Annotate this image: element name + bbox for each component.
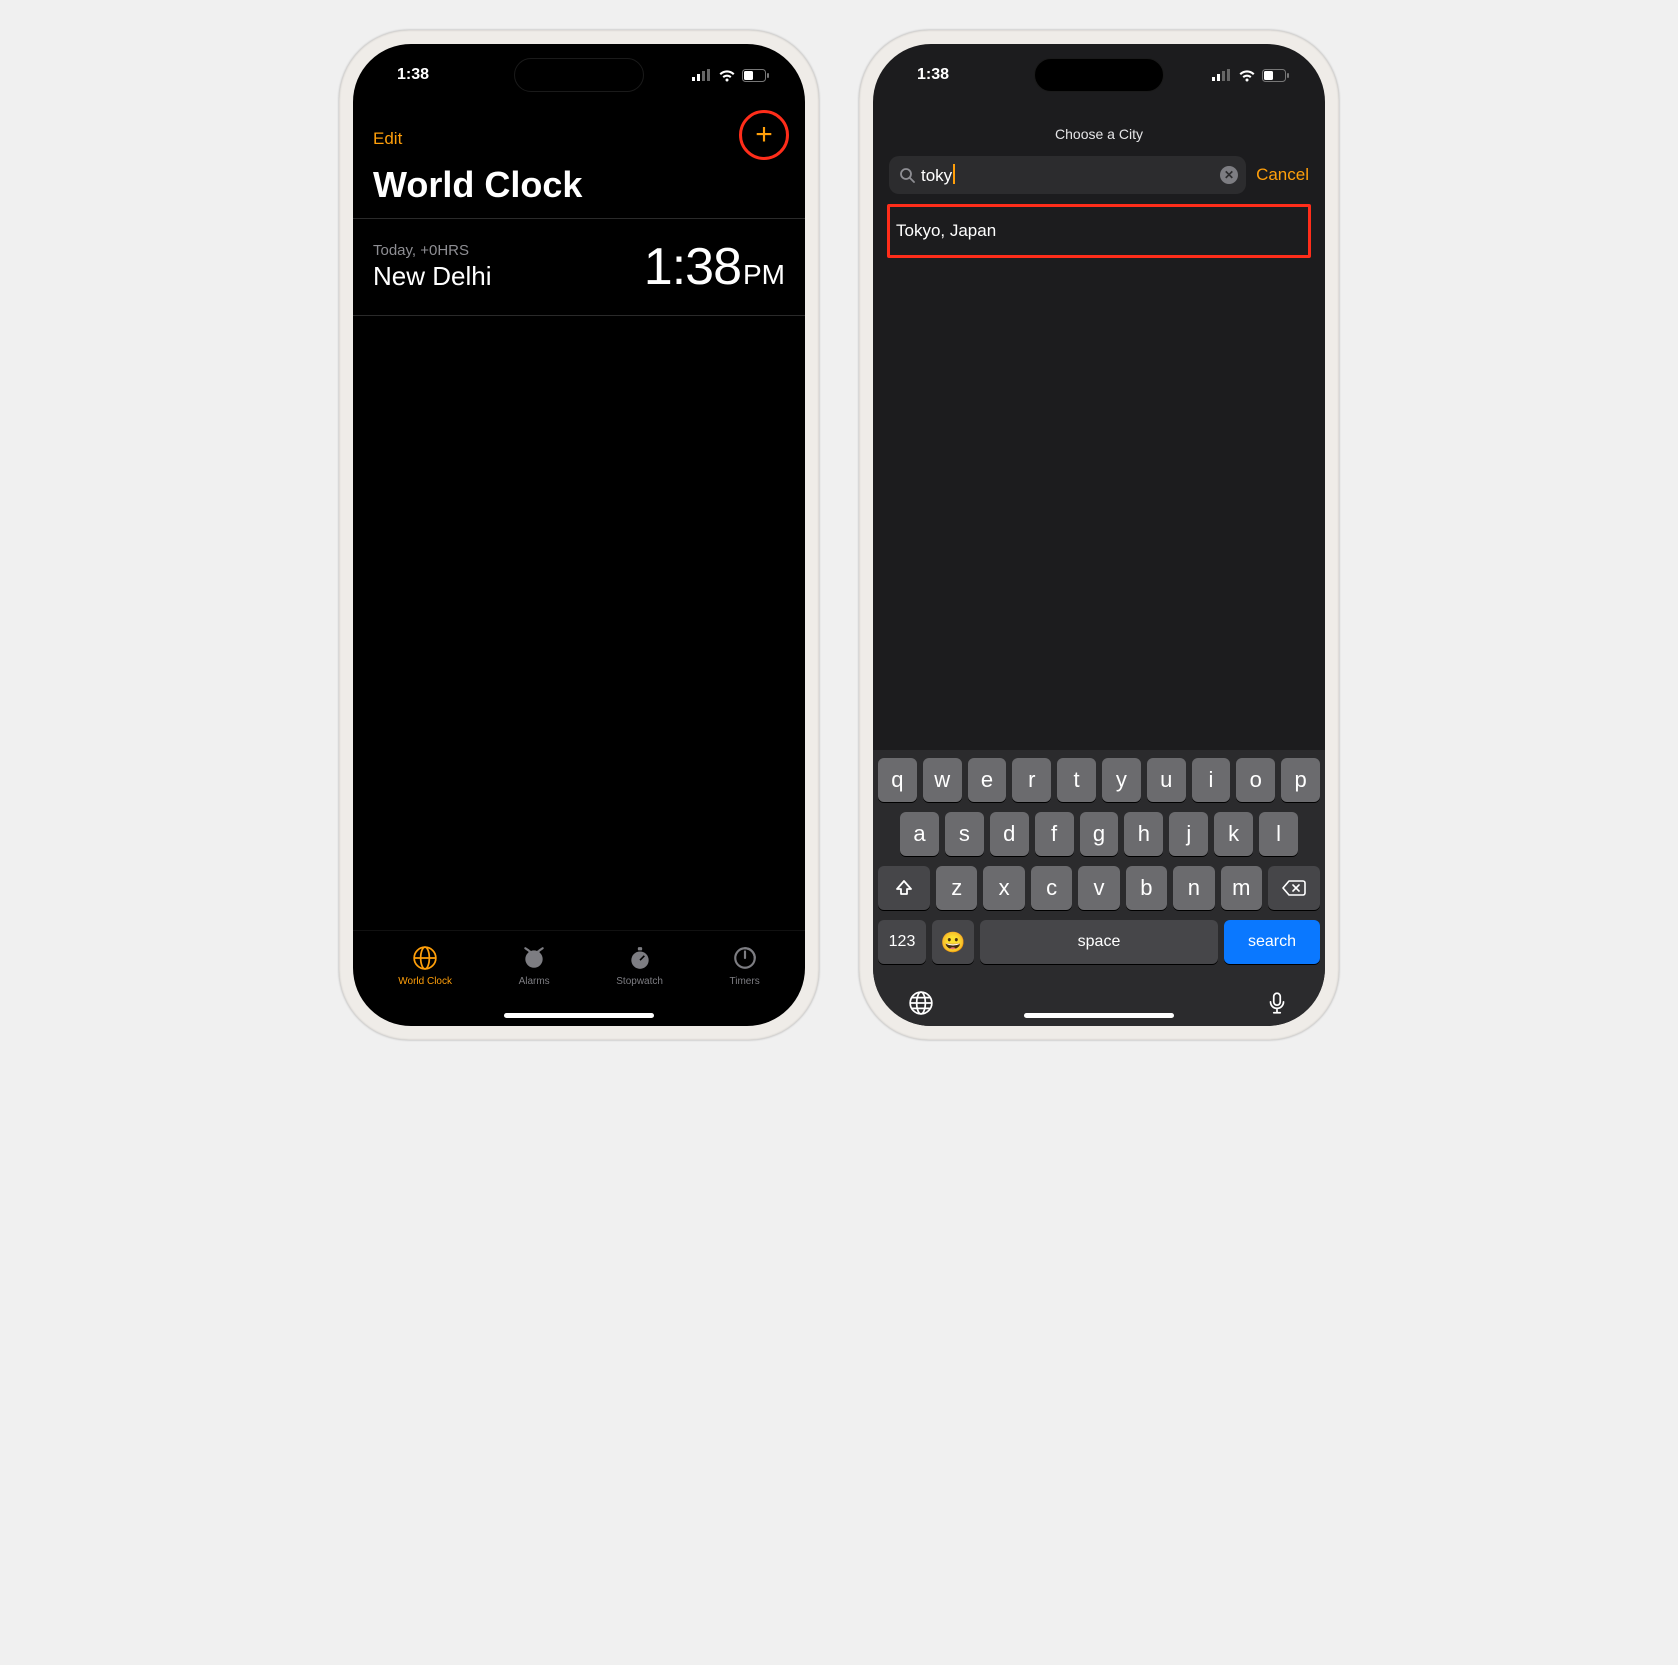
tab-stopwatch[interactable]: Stopwatch [616,945,663,987]
search-key[interactable]: search [1224,920,1320,964]
key-s[interactable]: s [945,812,984,856]
backspace-key[interactable] [1268,866,1320,910]
search-icon [899,167,915,183]
phone-frame-left: 1:38 Edit + World Clock Today, +0HRS New… [339,30,819,1040]
status-icons [1212,69,1289,82]
key-c[interactable]: c [1031,866,1072,910]
backspace-icon [1282,879,1306,897]
key-w[interactable]: w [923,758,962,802]
key-u[interactable]: u [1147,758,1186,802]
key-r[interactable]: r [1012,758,1051,802]
battery-icon [1262,69,1289,82]
status-time: 1:38 [917,66,949,84]
home-indicator[interactable] [504,1013,654,1018]
home-indicator[interactable] [1024,1013,1174,1018]
keyboard-row-3: z x c v b n m [878,866,1320,910]
key-k[interactable]: k [1214,812,1253,856]
key-e[interactable]: e [968,758,1007,802]
status-icons [692,69,769,82]
clock-row[interactable]: Today, +0HRS New Delhi 1:38 PM [353,218,805,316]
page-title: World Clock [353,164,805,218]
key-l[interactable]: l [1259,812,1298,856]
mic-icon[interactable] [1264,990,1290,1016]
shift-key[interactable] [878,866,930,910]
phone-frame-right: 1:38 Choose a City toky ✕ Cancel Tokyo, … [859,30,1339,1040]
search-result-highlight: Tokyo, Japan [887,204,1311,258]
key-g[interactable]: g [1080,812,1119,856]
screen-right: 1:38 Choose a City toky ✕ Cancel Tokyo, … [873,44,1325,1026]
space-key[interactable]: space [980,920,1218,964]
dynamic-island [1034,58,1164,92]
search-value: toky [921,164,955,186]
key-f[interactable]: f [1035,812,1074,856]
tab-bar: World Clock Alarms Stopwatch Timers [353,930,805,1026]
cellular-icon [1212,69,1232,81]
shift-icon [894,878,914,898]
clock-city: New Delhi [373,261,492,292]
globe-keyboard-icon[interactable] [908,990,934,1016]
wifi-icon [718,69,736,82]
clock-ampm: PM [743,259,785,291]
key-j[interactable]: j [1169,812,1208,856]
key-q[interactable]: q [878,758,917,802]
modal-title: Choose a City [873,96,1325,156]
keyboard-bottom-row [878,974,1320,1016]
globe-icon [412,945,438,971]
tab-label: Timers [730,976,760,987]
search-row: toky ✕ Cancel [873,156,1325,204]
keyboard: q w e r t y u i o p a s d f g h j k l [873,750,1325,1026]
key-h[interactable]: h [1124,812,1163,856]
wifi-icon [1238,69,1256,82]
keyboard-row-4: 123 😀 space search [878,920,1320,964]
key-t[interactable]: t [1057,758,1096,802]
keyboard-row-1: q w e r t y u i o p [878,758,1320,802]
clear-search-button[interactable]: ✕ [1220,166,1238,184]
battery-icon [742,69,769,82]
tab-label: World Clock [398,976,452,987]
tab-timers[interactable]: Timers [730,945,760,987]
search-result-item[interactable]: Tokyo, Japan [896,221,996,240]
key-d[interactable]: d [990,812,1029,856]
tab-alarms[interactable]: Alarms [519,945,550,987]
plus-icon[interactable]: + [755,120,773,150]
numbers-key[interactable]: 123 [878,920,926,964]
key-x[interactable]: x [983,866,1024,910]
key-v[interactable]: v [1078,866,1119,910]
screen-left: 1:38 Edit + World Clock Today, +0HRS New… [353,44,805,1026]
status-time: 1:38 [397,66,429,84]
cancel-button[interactable]: Cancel [1256,165,1309,185]
cellular-icon [692,69,712,81]
clock-offset: Today, +0HRS [373,242,492,259]
search-input[interactable]: toky ✕ [889,156,1246,194]
key-y[interactable]: y [1102,758,1141,802]
keyboard-row-2: a s d f g h j k l [878,812,1320,856]
edit-button[interactable]: Edit [373,129,402,149]
stopwatch-icon [627,945,653,971]
key-p[interactable]: p [1281,758,1320,802]
tab-label: Stopwatch [616,976,663,987]
key-a[interactable]: a [900,812,939,856]
nav-row: Edit + [353,96,805,164]
add-city-button-highlight: + [739,110,789,160]
clock-time: 1:38 [644,237,741,297]
dynamic-island [514,58,644,92]
timer-icon [732,945,758,971]
alarm-icon [521,945,547,971]
key-o[interactable]: o [1236,758,1275,802]
tab-world-clock[interactable]: World Clock [398,945,452,987]
emoji-key[interactable]: 😀 [932,920,974,964]
key-z[interactable]: z [936,866,977,910]
tab-label: Alarms [519,976,550,987]
key-m[interactable]: m [1221,866,1262,910]
key-n[interactable]: n [1173,866,1214,910]
key-b[interactable]: b [1126,866,1167,910]
key-i[interactable]: i [1192,758,1231,802]
